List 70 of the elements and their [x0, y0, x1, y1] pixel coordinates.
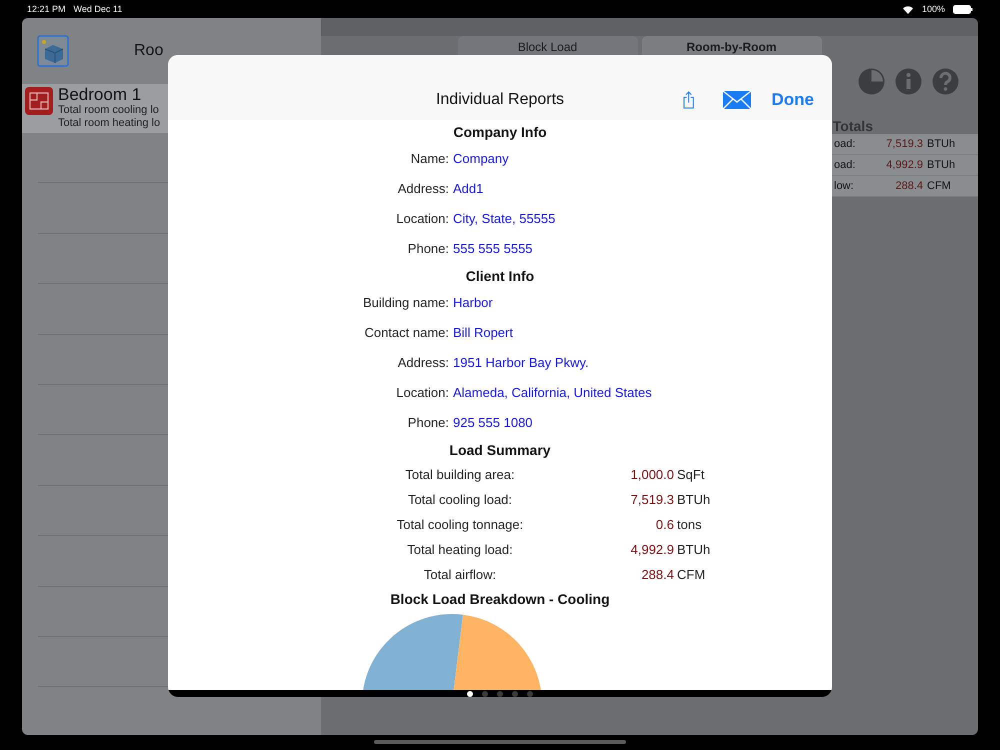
- total-value: 7,519.3: [885, 138, 923, 150]
- summary-value: 4,992.9: [630, 541, 674, 559]
- field-label: Building name:: [362, 294, 450, 312]
- room-cooling-load: Total room cooling lo: [58, 104, 160, 117]
- summary-unit: BTUh: [676, 541, 712, 559]
- totals-title: Totals: [832, 118, 873, 134]
- total-unit: BTUh: [927, 138, 956, 150]
- room-list-title: Roo: [134, 42, 164, 60]
- status-date: Wed Dec 11: [74, 4, 122, 14]
- info-icon[interactable]: [894, 66, 923, 96]
- summary-value: 1,000.0: [630, 466, 674, 484]
- field-value: Harbor: [453, 294, 494, 312]
- summary-unit: BTUh: [676, 491, 712, 509]
- pie-chart-icon[interactable]: [857, 66, 886, 96]
- field-label: Address:: [396, 180, 450, 198]
- summary-label: Total airflow:: [422, 566, 498, 584]
- field-label: Address:: [396, 354, 450, 372]
- summary-unit: tons: [676, 516, 703, 534]
- field-value: 1951 Harbor Bay Pkwy.: [453, 354, 590, 372]
- total-value: 4,992.9: [885, 159, 923, 171]
- section-title: Client Info: [464, 267, 536, 286]
- field-value: Add1: [453, 180, 484, 198]
- page-dot[interactable]: [527, 691, 533, 697]
- field-value: Bill Ropert: [453, 324, 514, 342]
- total-label: oad:: [834, 138, 856, 150]
- room-heating-load: Total room heating lo: [58, 117, 160, 130]
- battery-icon: [953, 4, 973, 14]
- page-dot[interactable]: [497, 691, 503, 697]
- section-title: Block Load Breakdown - Cooling: [389, 590, 611, 609]
- page-dot[interactable]: [512, 691, 518, 697]
- summary-label: Total cooling tonnage:: [396, 516, 524, 534]
- help-icon[interactable]: [931, 66, 960, 96]
- summary-label: Total cooling load:: [406, 491, 514, 509]
- summary-unit: CFM: [676, 566, 706, 584]
- mode-tab[interactable]: Room-by-Room: [642, 36, 822, 56]
- field-value: 555 555 5555: [453, 240, 534, 258]
- done-button[interactable]: Done: [772, 90, 814, 110]
- total-value: 288.4: [894, 180, 923, 192]
- total-unit: CFM: [927, 180, 951, 192]
- field-value: City, State, 55555: [453, 210, 556, 228]
- total-unit: BTUh: [927, 159, 956, 171]
- field-value: Company: [453, 150, 510, 168]
- summary-label: Total heating load:: [406, 541, 514, 559]
- field-label: Phone:: [406, 240, 450, 258]
- page-dot[interactable]: [482, 691, 488, 697]
- mode-tab[interactable]: Block Load: [458, 36, 638, 56]
- room-name: Bedroom 1: [58, 85, 142, 104]
- dialog-title: Individual Reports: [436, 91, 564, 109]
- field-value: Alameda, California, United States: [453, 384, 653, 402]
- battery-level: 100%: [922, 4, 945, 14]
- section-title: Load Summary: [448, 441, 552, 460]
- summary-value: 288.4: [640, 566, 674, 584]
- summary-label: Total building area:: [404, 466, 516, 484]
- total-label: oad:: [834, 159, 856, 171]
- status-time: 12:21 PM: [27, 4, 66, 14]
- field-label: Phone:: [406, 414, 450, 432]
- summary-value: 7,519.3: [630, 491, 674, 509]
- floor-plan-icon: [25, 87, 53, 115]
- field-label: Location:: [395, 210, 450, 228]
- section-title: Company Info: [452, 123, 548, 142]
- field-label: Location:: [395, 384, 450, 402]
- cube-app-icon[interactable]: [37, 35, 69, 67]
- field-label: Contact name:: [363, 324, 450, 342]
- page-dot[interactable]: [467, 691, 473, 697]
- total-label: low:: [834, 180, 855, 192]
- wifi-icon: [902, 4, 914, 14]
- field-value: 925 555 1080: [453, 414, 534, 432]
- field-label: Name:: [410, 150, 450, 168]
- summary-value: 0.6: [654, 516, 674, 534]
- summary-unit: SqFt: [676, 466, 706, 484]
